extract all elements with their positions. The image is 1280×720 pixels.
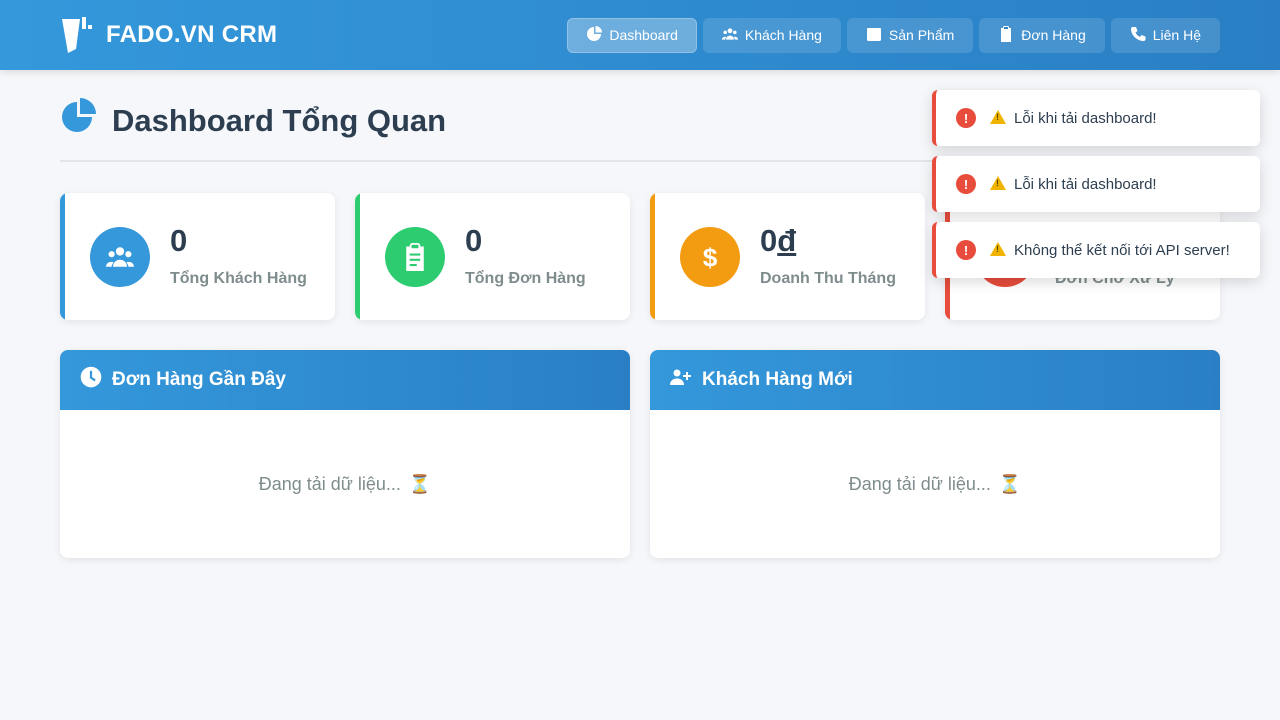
loading-text: Đang tải dữ liệu... [258, 473, 401, 494]
toast-message: Lỗi khi tải dashboard! [990, 175, 1157, 193]
warning-icon [990, 175, 1006, 190]
clock-icon [80, 366, 102, 394]
panel-header: Đơn Hàng Gần Đây [60, 350, 630, 410]
currency-symbol: đ [777, 223, 797, 258]
toast-message-text: Không thể kết nối tới API server! [1014, 241, 1230, 259]
page-title-text: Dashboard Tổng Quan [112, 103, 447, 138]
panel-title: Đơn Hàng Gần Đây [112, 369, 286, 390]
users-icon [90, 226, 150, 287]
stat-card-revenue: $ 0đ Doanh Thu Tháng [650, 193, 925, 320]
nav-dashboard[interactable]: Dashboard [567, 17, 697, 53]
stat-label: Doanh Thu Tháng [760, 270, 896, 287]
pie-chart-icon [586, 25, 603, 45]
error-icon: ! [956, 108, 976, 128]
pie-chart-icon [60, 98, 98, 144]
stat-card-orders: 0 Tổng Đơn Hàng [355, 193, 630, 320]
panel-title: Khách Hàng Mới [702, 369, 853, 390]
clipboard-icon [998, 25, 1014, 45]
stat-value-number: 0 [760, 223, 778, 258]
navbar: FADO.VN CRM Dashboard Khách Hàng Sản Phẩ… [0, 0, 1280, 70]
warning-icon [990, 241, 1006, 256]
toast-message-text: Lỗi khi tải dashboard! [1014, 175, 1157, 193]
nav-links: Dashboard Khách Hàng Sản Phẩm Đơn Hàng L… [567, 17, 1220, 53]
nav-label: Liên Hệ [1152, 27, 1201, 43]
nav-lien-he[interactable]: Liên Hệ [1110, 17, 1220, 53]
toast-error[interactable]: ! Lỗi khi tải dashboard! [932, 90, 1260, 146]
stat-card-customers: 0 Tổng Khách Hàng [60, 193, 335, 320]
stat-label: Tổng Khách Hàng [170, 270, 307, 287]
user-plus-icon [670, 366, 692, 394]
nav-label: Khách Hàng [744, 27, 822, 43]
toast-error[interactable]: ! Lỗi khi tải dashboard! [932, 156, 1260, 212]
clipboard-icon [385, 226, 445, 287]
nav-san-pham[interactable]: Sản Phẩm [846, 17, 974, 53]
toast-container: ! Lỗi khi tải dashboard! ! Lỗi khi tải d… [932, 90, 1260, 278]
stat-value: 0đ [760, 225, 896, 256]
loading-text: Đang tải dữ liệu... [848, 473, 991, 494]
brand-logo-icon [60, 15, 96, 55]
recent-orders-panel: Đơn Hàng Gần Đây Đang tải dữ liệu... ⏳ [60, 350, 630, 558]
phone-icon [1130, 26, 1146, 45]
panels-row: Đơn Hàng Gần Đây Đang tải dữ liệu... ⏳ K… [60, 350, 1220, 558]
users-icon [721, 26, 738, 45]
toast-message-text: Lỗi khi tải dashboard! [1014, 109, 1157, 127]
warning-icon [990, 109, 1006, 124]
hourglass-icon: ⏳ [408, 473, 432, 494]
error-icon: ! [956, 174, 976, 194]
panel-header: Khách Hàng Mới [650, 350, 1220, 410]
panel-body: Đang tải dữ liệu... ⏳ [60, 410, 630, 558]
dollar-icon: $ [680, 226, 740, 287]
panel-body: Đang tải dữ liệu... ⏳ [650, 410, 1220, 558]
nav-label: Dashboard [609, 27, 678, 43]
error-icon: ! [956, 240, 976, 260]
toast-message: Không thể kết nối tới API server! [990, 241, 1230, 259]
toast-error[interactable]: ! Không thể kết nối tới API server! [932, 222, 1260, 278]
svg-text:$: $ [703, 243, 718, 271]
stat-value: 0 [170, 223, 188, 258]
nav-label: Sản Phẩm [888, 27, 955, 43]
nav-label: Đơn Hàng [1021, 27, 1086, 43]
nav-khach-hang[interactable]: Khách Hàng [702, 17, 841, 53]
stat-value: 0 [465, 223, 483, 258]
box-icon [866, 26, 882, 45]
brand-name: FADO.VN CRM [106, 21, 278, 48]
brand[interactable]: FADO.VN CRM [60, 15, 277, 55]
toast-message: Lỗi khi tải dashboard! [990, 109, 1157, 127]
new-customers-panel: Khách Hàng Mới Đang tải dữ liệu... ⏳ [650, 350, 1220, 558]
nav-don-hang[interactable]: Đơn Hàng [979, 17, 1105, 53]
hourglass-icon: ⏳ [998, 473, 1022, 494]
stat-label: Tổng Đơn Hàng [465, 270, 586, 287]
